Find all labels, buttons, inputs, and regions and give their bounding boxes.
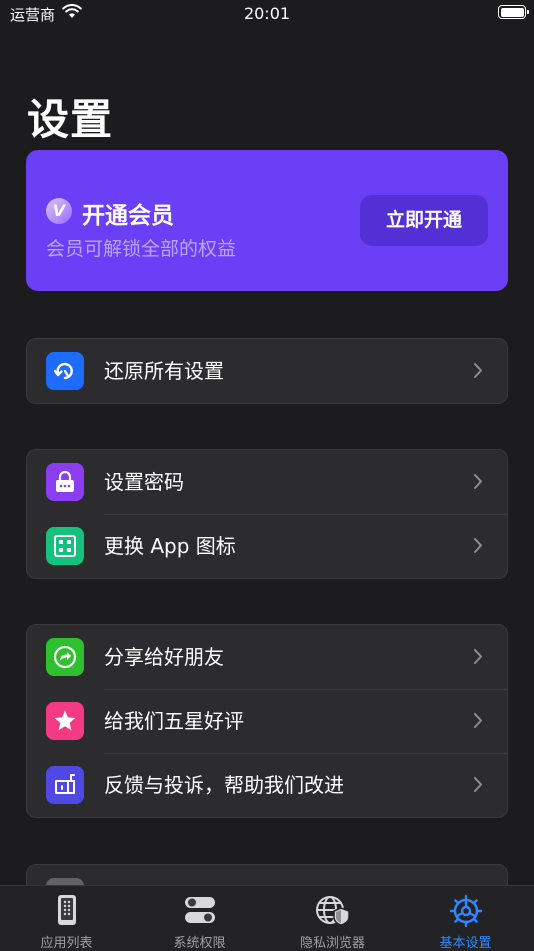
clock: 20:01 — [243, 4, 291, 23]
settings-group-feedback: 分享给好朋友 给我们五星好评 反馈与投诉，帮助我们改进 — [26, 624, 508, 818]
chevron-right-icon — [473, 473, 483, 494]
status-bar: 运营商 20:01 — [0, 0, 534, 30]
feedback-row[interactable]: 反馈与投诉，帮助我们改进 — [27, 753, 507, 817]
page-title: 设置 — [27, 95, 114, 144]
vip-card: V 开通会员 会员可解锁全部的权益 立即开通 — [26, 150, 508, 291]
tab-basic-settings[interactable]: 基本设置 — [399, 886, 532, 951]
tab-label: 系统权限 — [173, 936, 226, 951]
vip-title: 开通会员 — [82, 203, 174, 229]
lock-icon — [46, 463, 84, 501]
tab-private-browser[interactable]: 隐私浏览器 — [266, 886, 399, 951]
tab-label: 隐私浏览器 — [299, 936, 365, 951]
star-icon — [46, 702, 84, 740]
tab-system-permissions[interactable]: 系统权限 — [133, 886, 266, 951]
settings-group-security: 设置密码 更换 App 图标 — [26, 449, 508, 579]
tab-app-list[interactable]: 应用列表 — [0, 886, 133, 951]
row-label: 还原所有设置 — [104, 359, 224, 383]
set-password-row[interactable]: 设置密码 — [27, 450, 507, 514]
feedback-icon — [46, 766, 84, 804]
vip-subtitle: 会员可解锁全部的权益 — [46, 238, 237, 260]
chevron-right-icon — [473, 776, 483, 797]
share-icon — [46, 638, 84, 676]
rate-five-star-row[interactable]: 给我们五星好评 — [27, 689, 507, 753]
chevron-right-icon — [473, 362, 483, 383]
grid-icon — [46, 527, 84, 565]
share-row[interactable]: 分享给好朋友 — [27, 625, 507, 689]
restore-icon — [46, 352, 84, 390]
vip-badge-icon: V — [46, 198, 72, 224]
tab-label: 应用列表 — [40, 936, 93, 951]
row-label: 设置密码 — [104, 470, 184, 494]
restore-settings-row[interactable]: 还原所有设置 — [27, 339, 507, 403]
tab-bar: 应用列表 系统权限 隐私浏览器 基本设置 — [0, 885, 534, 951]
open-vip-button[interactable]: 立即开通 — [360, 195, 488, 246]
chevron-right-icon — [473, 537, 483, 558]
chevron-right-icon — [473, 648, 483, 669]
chevron-right-icon — [473, 712, 483, 733]
settings-group-reset: 还原所有设置 — [26, 338, 508, 404]
change-app-icon-row[interactable]: 更换 App 图标 — [27, 514, 507, 578]
row-label: 更换 App 图标 — [104, 534, 236, 558]
row-label: 给我们五星好评 — [104, 709, 244, 733]
tab-label: 基本设置 — [439, 936, 492, 951]
battery-icon — [498, 5, 529, 19]
row-label: 反馈与投诉，帮助我们改进 — [104, 773, 344, 797]
row-label: 分享给好朋友 — [104, 645, 224, 669]
